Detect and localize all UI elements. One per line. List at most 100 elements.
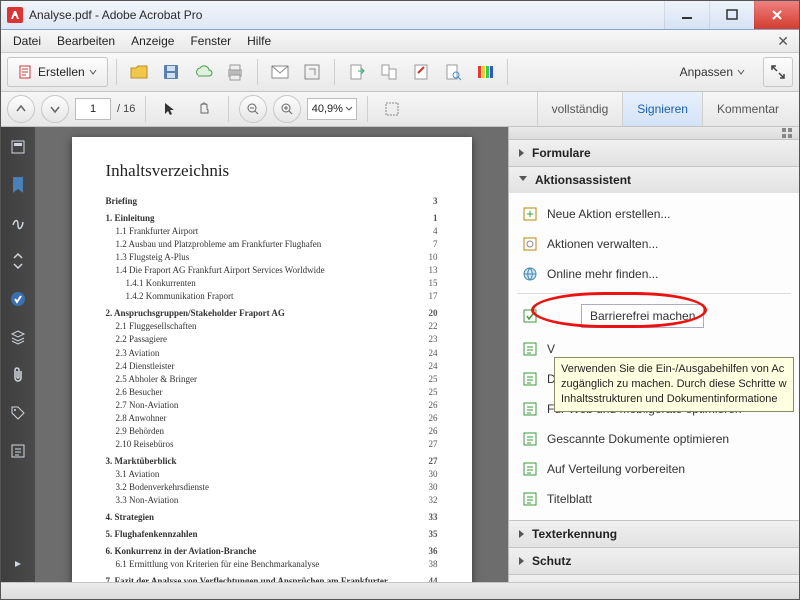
cmd-vollstaendig[interactable]: vollständig [537,92,623,126]
toc-row: 3.2 Bodenverkehrsdienste30 [106,481,438,494]
create-button[interactable]: Erstellen [7,57,108,87]
chevron-right-icon [519,530,524,538]
maximize-button[interactable] [709,1,754,29]
body: Inhaltsverzeichnis Briefing31. Einleitun… [1,127,799,582]
table-of-contents: Briefing31. Einleitung11.1 Frankfurter A… [106,195,438,582]
page-up-button[interactable] [7,95,35,123]
cmd-signieren[interactable]: Signieren [622,92,702,126]
toc-row: 1.4 Die Fraport AG Frankfurt Airport Ser… [106,264,438,277]
list-icon [521,430,539,448]
cloud-icon[interactable] [189,58,217,86]
menu-datei[interactable]: Datei [5,32,49,50]
page-number-input[interactable]: 1 [75,98,111,120]
cmd-kommentar[interactable]: Kommentar [702,92,793,126]
chevron-right-icon [519,149,524,157]
save-icon[interactable] [157,58,185,86]
toc-row: 1.4.2 Kommunikation Fraport17 [106,290,438,303]
toc-row: 3.3 Non-Aviation32 [106,494,438,507]
document-viewport[interactable]: Inhaltsverzeichnis Briefing31. Einleitun… [35,127,508,582]
open-icon[interactable] [125,58,153,86]
toc-row: 1. Einleitung1 [106,212,438,225]
section-aktionsassistent: Aktionsassistent Neue Aktion erstellen..… [509,167,799,521]
toc-row: 6. Konkurrenz in der Aviation-Branche36 [106,545,438,558]
accessibility-action-icon [521,307,539,325]
search-doc-icon[interactable] [439,58,467,86]
signatures-icon[interactable] [8,213,28,233]
page-down-button[interactable] [41,95,69,123]
find-online-icon [521,265,539,283]
tags-icon[interactable] [8,403,28,423]
horizontal-scrollbar[interactable] [1,582,799,599]
list-icon [521,460,539,478]
convert-icon[interactable] [375,58,403,86]
attachments-icon[interactable] [8,365,28,385]
accessibility-icon[interactable] [8,289,28,309]
action-titelblatt[interactable]: Titelblatt [509,484,799,514]
toc-row: 2.3 Aviation24 [106,347,438,360]
hand-tool-icon[interactable] [190,95,218,123]
menu-hilfe[interactable]: Hilfe [239,32,279,50]
mail-icon[interactable] [266,58,294,86]
customize-button[interactable]: Anpassen [672,65,753,79]
action-neue-aktion[interactable]: Neue Aktion erstellen... [509,199,799,229]
tools-sidepanel: Formulare Aktionsassistent Neue Aktion e… [508,127,799,582]
thumbnails-icon[interactable] [8,137,28,157]
pdf-page: Inhaltsverzeichnis Briefing31. Einleitun… [72,137,472,582]
fullscreen-icon[interactable] [763,57,793,87]
toc-row: 2.2 Passagiere23 [106,333,438,346]
sidepanel-top [509,127,799,140]
highlighted-label: Barrierefrei machen [581,304,704,328]
toc-row: 3. Marktüberblick27 [106,455,438,468]
list-icon [521,400,539,418]
menu-fenster[interactable]: Fenster [182,32,239,50]
menubar-close-icon[interactable]: ✕ [771,33,795,50]
window-controls [664,1,799,29]
action-gescannte[interactable]: Gescannte Dokumente optimieren [509,424,799,454]
toc-row: 2.10 Reisebüros27 [106,438,438,451]
toc-row: 1.2 Ausbau und Platzprobleme am Frankfur… [106,238,438,251]
action-verteilung[interactable]: Auf Verteilung vorbereiten [509,454,799,484]
toc-row: 1.1 Frankfurter Airport4 [106,225,438,238]
main-toolbar: Erstellen Anpassen [1,53,799,92]
toc-row: 2.7 Non-Aviation26 [106,399,438,412]
layers-icon[interactable] [8,327,28,347]
section-texterkennung[interactable]: Texterkennung [509,521,799,548]
chevron-down-icon [519,176,527,185]
marquee-zoom-icon[interactable] [378,95,406,123]
zoom-in-button[interactable] [273,95,301,123]
window-title: Analyse.pdf - Adobe Acrobat Pro [29,8,664,22]
tooltip: Verwenden Sie die Ein-/Ausgabehilfen von… [554,357,794,412]
menu-anzeige[interactable]: Anzeige [123,32,182,50]
zoom-input[interactable]: 40,9% [307,98,357,120]
toc-row: 2. Anspruchsgruppen/Stakeholder Fraport … [106,307,438,320]
zoom-out-button[interactable] [239,95,267,123]
section-formulare[interactable]: Formulare [509,140,799,167]
minimize-button[interactable] [664,1,709,29]
section-dokumentverarbeitung[interactable]: Dokumentverarbeitung [509,575,799,582]
edit-icon[interactable] [407,58,435,86]
reorder-icon[interactable] [8,251,28,271]
menu-bearbeiten[interactable]: Bearbeiten [49,32,123,50]
rail-expand-icon[interactable] [8,554,28,574]
bookmarks-icon[interactable] [8,175,28,195]
list-icon [521,490,539,508]
close-button[interactable] [754,1,799,29]
toc-row: 1.3 Flugsteig A-Plus10 [106,251,438,264]
page-total: / 16 [117,103,135,115]
list-icon [521,370,539,388]
section-schutz[interactable]: Schutz [509,548,799,575]
action-online-finden[interactable]: Online mehr finden... [509,259,799,289]
action-verwalten[interactable]: Aktionen verwalten... [509,229,799,259]
titlebar: Analyse.pdf - Adobe Acrobat Pro [1,1,799,30]
action-barrierefrei[interactable]: Barrierefrei machen [509,298,799,334]
select-tool-icon[interactable] [156,95,184,123]
color-icon[interactable] [471,58,499,86]
content-icon[interactable] [8,441,28,461]
share-icon[interactable] [298,58,326,86]
print-icon[interactable] [221,58,249,86]
toc-row: 6.1 Ermittlung von Kriterien für eine Be… [106,558,438,571]
panel-menu-icon[interactable] [781,127,793,139]
toc-row: 4. Strategien33 [106,511,438,524]
section-aktionsassistent-header[interactable]: Aktionsassistent [509,167,799,193]
export-icon[interactable] [343,58,371,86]
